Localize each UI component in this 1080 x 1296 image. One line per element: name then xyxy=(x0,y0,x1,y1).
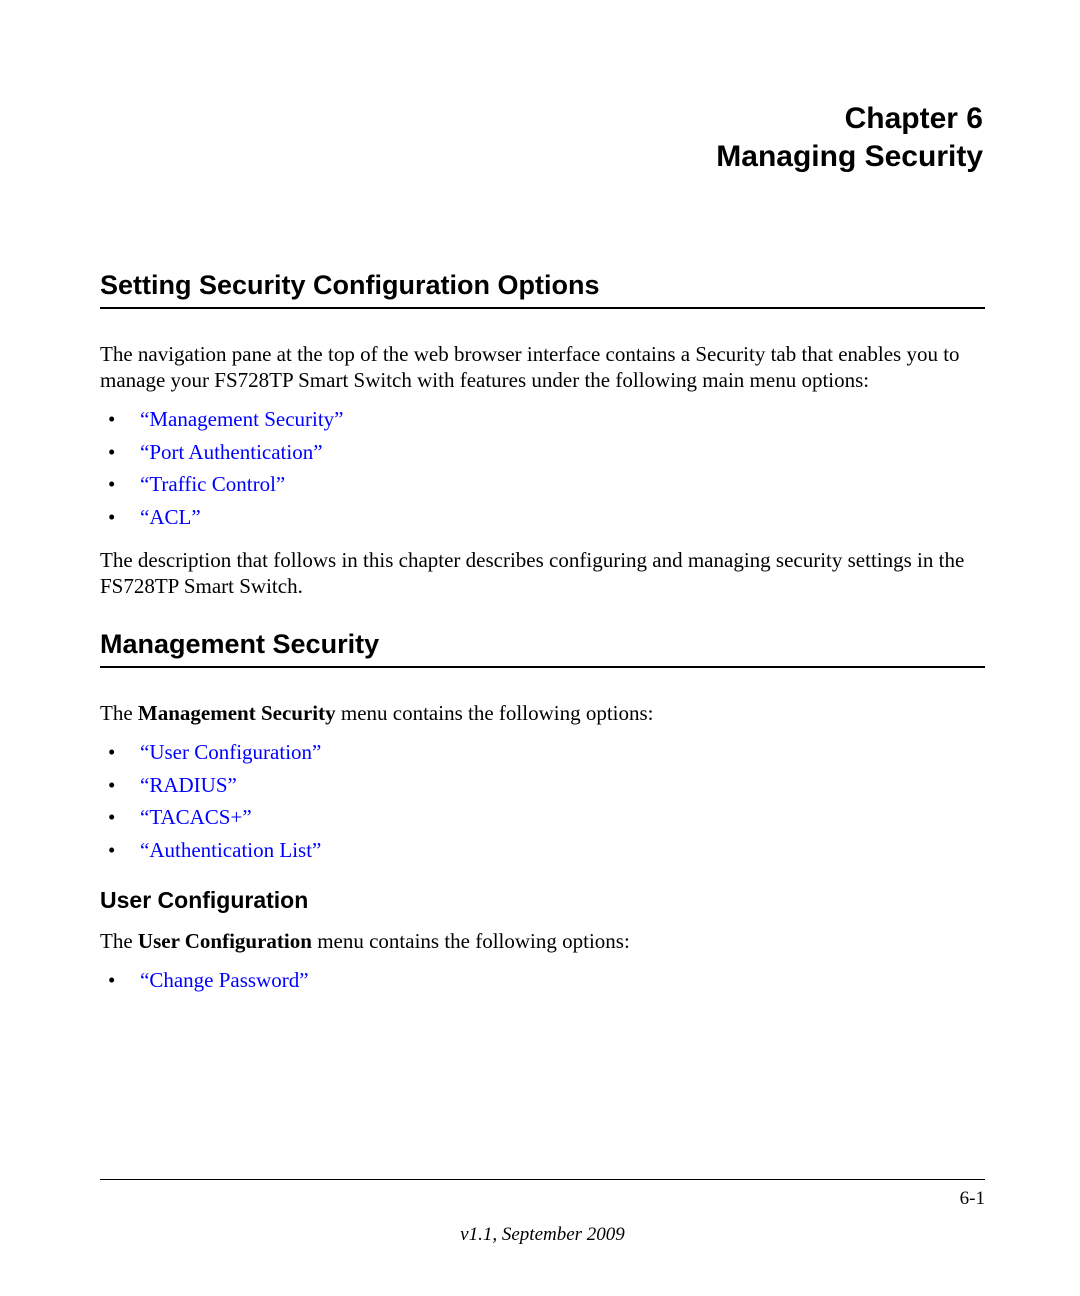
text-suffix: menu contains the following options: xyxy=(336,701,654,725)
text-prefix: The xyxy=(100,701,138,725)
link-acl[interactable]: “ACL” xyxy=(140,505,201,529)
section1-intro: The navigation pane at the top of the we… xyxy=(100,341,985,393)
list-item: “RADIUS” xyxy=(108,769,985,802)
list-item: “Authentication List” xyxy=(108,834,985,867)
link-traffic-control[interactable]: “Traffic Control” xyxy=(140,472,285,496)
text-bold: Management Security xyxy=(138,701,336,725)
link-port-authentication[interactable]: “Port Authentication” xyxy=(140,440,323,464)
link-tacacs[interactable]: “TACACS+” xyxy=(140,805,252,829)
section3-link-list: “Change Password” xyxy=(100,964,985,997)
footer-version: v1.1, September 2009 xyxy=(100,1224,985,1246)
section-heading-management-security: Management Security xyxy=(100,629,985,668)
page-number: 6-1 xyxy=(100,1188,985,1210)
section-heading-setting-security: Setting Security Configuration Options xyxy=(100,270,985,309)
list-item: “Traffic Control” xyxy=(108,468,985,501)
chapter-number: Chapter 6 xyxy=(100,100,983,138)
section2-link-list: “User Configuration” “RADIUS” “TACACS+” … xyxy=(100,736,985,866)
section3-intro: The User Configuration menu contains the… xyxy=(100,928,985,954)
section1-link-list: “Management Security” “Port Authenticati… xyxy=(100,403,985,533)
list-item: “TACACS+” xyxy=(108,801,985,834)
list-item: “User Configuration” xyxy=(108,736,985,769)
link-user-configuration[interactable]: “User Configuration” xyxy=(140,740,321,764)
section1-outro: The description that follows in this cha… xyxy=(100,547,985,599)
link-authentication-list[interactable]: “Authentication List” xyxy=(140,838,321,862)
link-change-password[interactable]: “Change Password” xyxy=(140,968,309,992)
text-bold: User Configuration xyxy=(138,929,312,953)
list-item: “ACL” xyxy=(108,501,985,534)
section2-intro: The Management Security menu contains th… xyxy=(100,700,985,726)
page-footer: 6-1 v1.1, September 2009 xyxy=(100,1179,985,1246)
link-management-security[interactable]: “Management Security” xyxy=(140,407,344,431)
text-prefix: The xyxy=(100,929,138,953)
chapter-title: Managing Security xyxy=(100,138,983,176)
chapter-header: Chapter 6 Managing Security xyxy=(100,100,985,175)
list-item: “Management Security” xyxy=(108,403,985,436)
list-item: “Change Password” xyxy=(108,964,985,997)
footer-rule xyxy=(100,1179,985,1180)
list-item: “Port Authentication” xyxy=(108,436,985,469)
text-suffix: menu contains the following options: xyxy=(312,929,630,953)
subsection-heading-user-configuration: User Configuration xyxy=(100,887,985,914)
link-radius[interactable]: “RADIUS” xyxy=(140,773,237,797)
